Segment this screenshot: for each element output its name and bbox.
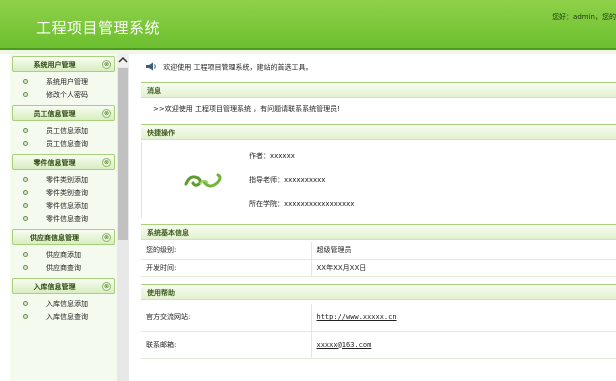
swirl-logo-icon (182, 170, 224, 194)
bullet-icon (23, 177, 28, 182)
sidebar-section-supplier[interactable]: 供应商信息管理 ⊗ (12, 229, 115, 245)
sidebar-section-employee[interactable]: 员工信息管理 ⊗ (12, 105, 115, 121)
nav-label: 零件信息添加 (46, 202, 88, 210)
welcome-bar: 欢迎使用 工程项目管理系统，建站的首选工具。 (145, 62, 312, 73)
collapse-icon[interactable]: ⊗ (102, 233, 111, 242)
nav-label: 供应商添加 (46, 251, 81, 259)
sidebar-item-change-password[interactable]: 修改个人密码 (10, 88, 117, 101)
table-row: 开发时间: XX年XX月XX日 (141, 259, 616, 277)
panel-title: 快捷操作 (147, 129, 175, 137)
nav-label: 入库信息查询 (46, 313, 88, 321)
user-welcome-text: 您好：admin，您的 (552, 13, 616, 21)
section-label: 零件信息管理 (33, 159, 76, 167)
school-text: 所在学院：xxxxxxxxxxxxxxxxx (249, 200, 355, 208)
panel-title: 系统基本信息 (147, 229, 189, 237)
row-key: 开发时间: (141, 259, 312, 277)
nav-label: 零件类别添加 (46, 176, 88, 184)
row-key: 官方交流网站: (141, 304, 312, 332)
nav-label: 入库信息添加 (46, 300, 88, 308)
sidebar-item-part-category-add[interactable]: 零件类别添加 (10, 173, 117, 186)
panel-title: 使用帮助 (147, 289, 175, 297)
section-label: 入库信息管理 (33, 283, 76, 291)
message-text: >>欢迎使用 工程项目管理系统 ，有问题请联系系统管理员! (153, 105, 340, 113)
quick-panel-header: 快捷操作 (141, 124, 616, 140)
bullet-icon (23, 128, 28, 133)
sidebar-section-warehouse-in[interactable]: 入库信息管理 ⊗ (12, 278, 115, 294)
bullet-icon (23, 252, 28, 257)
scroll-up-arrow-icon[interactable] (117, 54, 129, 67)
nav-label: 零件信息查询 (46, 215, 88, 223)
bullet-icon (23, 190, 28, 195)
row-value: XX年XX月XX日 (311, 259, 616, 277)
table-row: 您的级别: 超级管理员 (141, 242, 616, 260)
nav-label: 供应商查询 (46, 264, 81, 272)
row-key: 您的级别: (141, 242, 312, 260)
section-label: 供应商信息管理 (30, 234, 79, 242)
sidebar-item-warehouse-in-query[interactable]: 入库信息查询 (10, 310, 117, 323)
help-table: 官方交流网站: http://www.xxxxx.cn 联系邮箱: xxxxx@… (141, 304, 616, 359)
main-content: 欢迎使用 工程项目管理系统，建站的首选工具。 消息 >>欢迎使用 工程项目管理系… (133, 54, 616, 381)
bullet-icon (23, 314, 28, 319)
bullet-icon (23, 141, 28, 146)
basic-info-table: 您的级别: 超级管理员 开发时间: XX年XX月XX日 (141, 242, 616, 277)
email-link[interactable]: xxxxx@163.com (317, 341, 372, 349)
table-row: 联系邮箱: xxxxx@163.com (141, 331, 616, 359)
sidebar-item-system-user-manage[interactable]: 系统用户管理 (10, 75, 117, 88)
website-link[interactable]: http://www.xxxxx.cn (317, 313, 397, 321)
nav-label: 零件类别查询 (46, 189, 88, 197)
welcome-text: 欢迎使用 工程项目管理系统，建站的首选工具。 (163, 63, 313, 72)
collapse-icon[interactable]: ⊗ (102, 60, 111, 69)
sidebar-item-supplier-query[interactable]: 供应商查询 (10, 261, 117, 274)
row-value: 超级管理员 (311, 242, 616, 260)
collapse-icon[interactable]: ⊗ (102, 282, 111, 291)
sidebar-item-part-info-query[interactable]: 零件信息查询 (10, 212, 117, 225)
message-panel-header: 消息 (141, 82, 616, 98)
scrollbar-thumb[interactable] (118, 68, 128, 240)
bullet-icon (23, 216, 28, 221)
quick-panel-body: 作者：xxxxxx 指导老师：xxxxxxxxxx 所在学院：xxxxxxxxx… (141, 142, 616, 218)
sidebar-item-employee-add[interactable]: 员工信息添加 (10, 124, 117, 137)
app-header: 工程项目管理系统 您好：admin，您的 (0, 0, 616, 50)
author-text: 作者：xxxxxx (249, 152, 295, 160)
row-key: 联系邮箱: (141, 331, 312, 359)
bullet-icon (23, 92, 28, 97)
sidebar-item-warehouse-in-add[interactable]: 入库信息添加 (10, 297, 117, 310)
basic-info-panel-header: 系统基本信息 (141, 224, 616, 240)
panel-title: 消息 (147, 87, 161, 95)
nav-label: 员工信息查询 (46, 140, 88, 148)
bullet-icon (23, 203, 28, 208)
nav-label: 员工信息添加 (46, 127, 88, 135)
sidebar: 系统用户管理 ⊗ 系统用户管理 修改个人密码 员工信息管理 ⊗ 员工信息添加 员… (10, 54, 117, 381)
speaker-icon (145, 62, 157, 73)
table-row: 官方交流网站: http://www.xxxxx.cn (141, 304, 616, 332)
nav-label: 系统用户管理 (46, 78, 88, 86)
nav-label: 修改个人密码 (46, 91, 88, 99)
sidebar-item-supplier-add[interactable]: 供应商添加 (10, 248, 117, 261)
bullet-icon (23, 301, 28, 306)
help-panel-header: 使用帮助 (141, 284, 616, 300)
sidebar-section-parts[interactable]: 零件信息管理 ⊗ (12, 154, 115, 170)
teacher-text: 指导老师：xxxxxxxxxx (249, 176, 326, 184)
bullet-icon (23, 265, 28, 270)
bullet-icon (23, 79, 28, 84)
sidebar-section-system-user[interactable]: 系统用户管理 ⊗ (12, 56, 115, 72)
sidebar-item-part-category-query[interactable]: 零件类别查询 (10, 186, 117, 199)
app-title: 工程项目管理系统 (36, 19, 161, 37)
collapse-icon[interactable]: ⊗ (102, 158, 111, 167)
sidebar-item-part-info-add[interactable]: 零件信息添加 (10, 199, 117, 212)
section-label: 系统用户管理 (33, 61, 76, 69)
collapse-icon[interactable]: ⊗ (102, 109, 111, 118)
section-label: 员工信息管理 (33, 110, 76, 118)
sidebar-item-employee-query[interactable]: 员工信息查询 (10, 137, 117, 150)
sidebar-scrollbar[interactable] (117, 54, 129, 381)
